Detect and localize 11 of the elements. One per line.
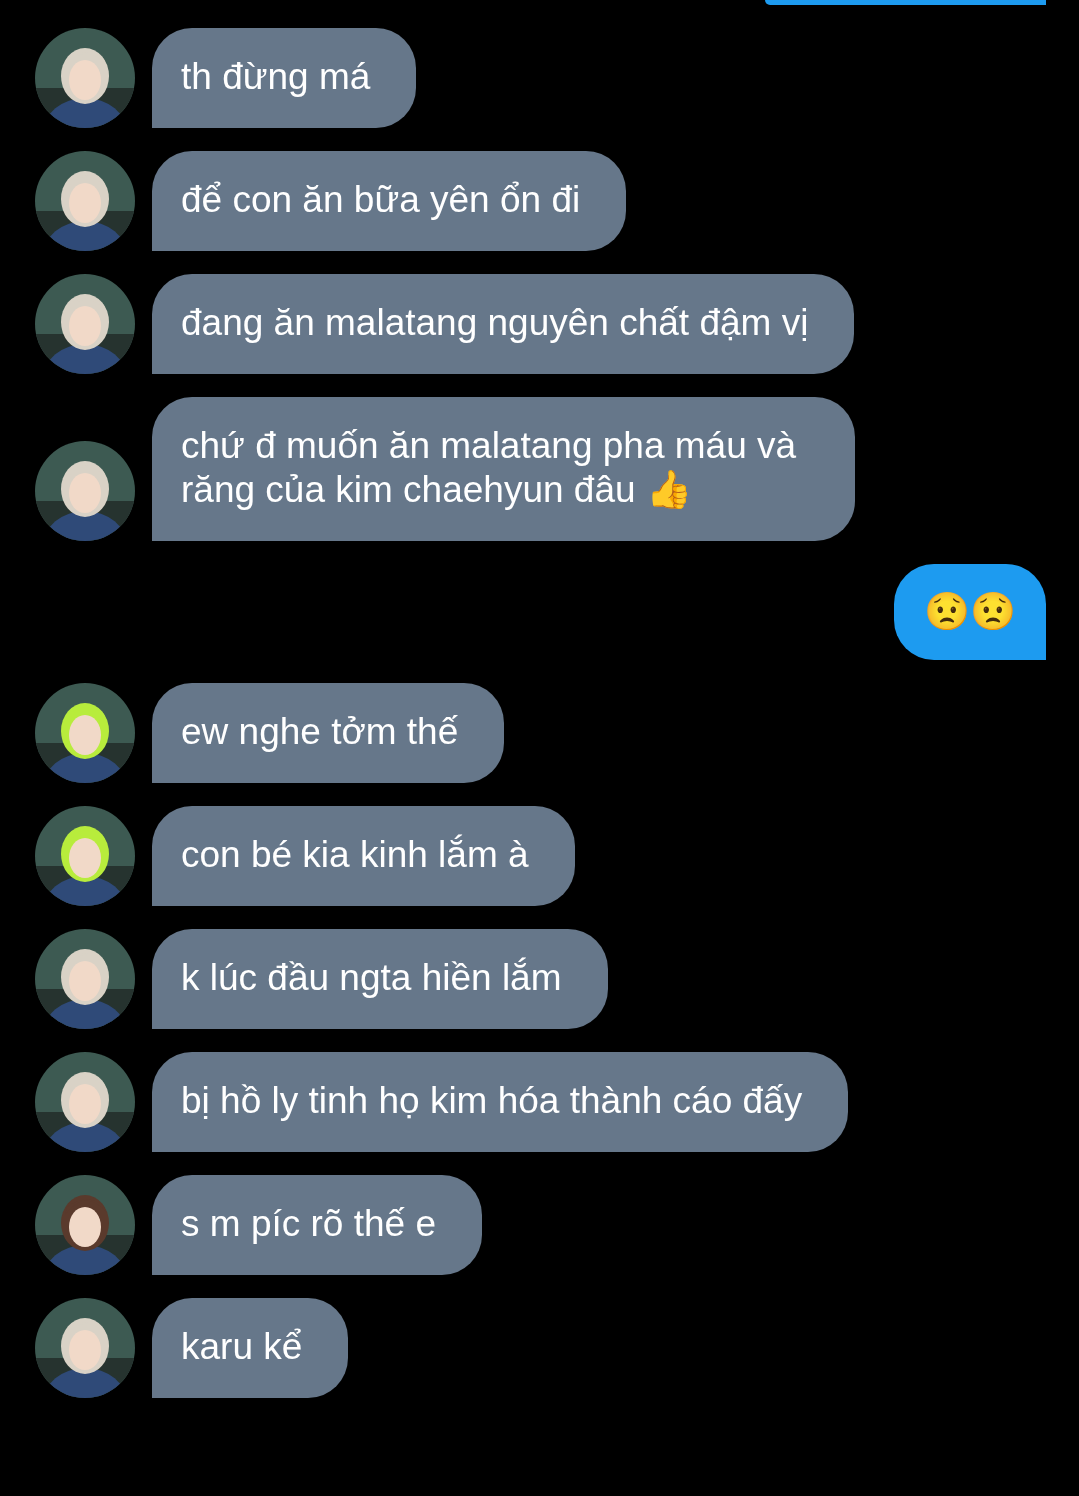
message-bubble: th đừng má — [152, 28, 417, 128]
message-bubble: để con ăn bữa yên ổn đi — [152, 151, 627, 251]
message-bubble: bị hồ ly tinh họ kim hóa thành cáo đấy — [152, 1052, 849, 1152]
message-bubble: 😟😟 — [894, 564, 1046, 660]
message-bubble: s m píc rõ thế e — [152, 1175, 482, 1275]
message-bubble: đang ăn malatang nguyên chất đậm vị — [152, 274, 855, 374]
message-bubble: con bé kia kinh lắm à — [152, 806, 575, 906]
message-bubble: karu kể — [152, 1298, 349, 1398]
message-bubble: chứ đ muốn ăn malatang pha máu và răng của kim chaehyun đâu 👍 — [152, 397, 855, 541]
message-bubble: k lúc đầu ngta hiền lắm — [152, 929, 608, 1029]
message-bubble: ew nghe tởm thế — [152, 683, 505, 783]
